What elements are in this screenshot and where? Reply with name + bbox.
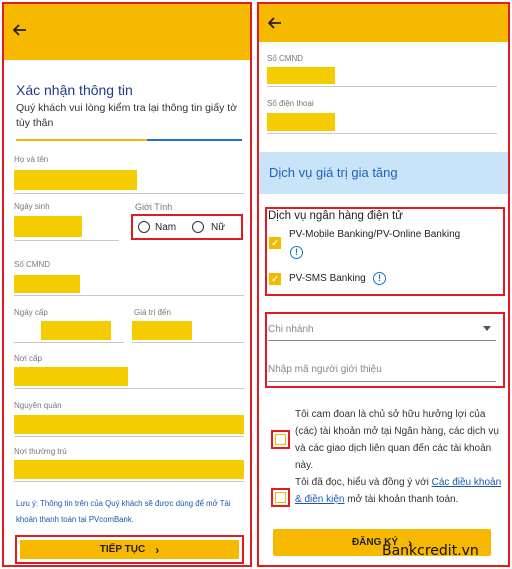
radio-female[interactable] <box>192 221 204 233</box>
dob-value[interactable] <box>14 216 82 237</box>
continue-highlight: TIẾP TỤC › <box>15 535 244 564</box>
residence-value[interactable] <box>14 460 244 479</box>
checkbox-sms-banking[interactable]: ✓ <box>269 273 281 285</box>
terms-checkbox-1[interactable] <box>271 430 290 449</box>
referral-input[interactable]: Nhập mã người giới thiệu <box>268 364 382 375</box>
term1-text: Tôi cam đoan là chủ sở hữu hưởng lợi của… <box>295 409 499 471</box>
dob-label: Ngày sinh <box>14 202 50 211</box>
valid-until-label: Giá trị đến <box>134 308 171 317</box>
id-number-label: Số CMND <box>14 260 51 269</box>
issue-place-label: Nơi cấp <box>14 354 42 363</box>
gender-female-label: Nữ <box>211 222 225 233</box>
vas-title: Dịch vụ giá trị gia tăng <box>269 165 398 180</box>
hometown-label: Nguyên quán <box>14 401 62 410</box>
ebank-title: Dịch vụ ngân hàng điện tử <box>268 210 403 222</box>
back-button[interactable] <box>10 20 30 40</box>
arrow-left-icon <box>13 24 26 36</box>
top-bar <box>259 4 508 42</box>
top-bar <box>4 4 250 60</box>
page-subtitle: Quý khách vui lòng kiểm tra lại thông ti… <box>16 102 238 129</box>
confirm-info-panel: Xác nhận thông tin Quý khách vui lòng ki… <box>2 2 252 567</box>
services-panel: Số CMND Số điện thoại Dịch vụ giá trị gi… <box>257 2 510 567</box>
checkbox-mobile-banking[interactable]: ✓ <box>269 237 281 249</box>
back-button[interactable] <box>265 13 285 33</box>
issue-date-label: Ngày cấp <box>14 308 48 317</box>
branch-select[interactable]: Chi nhánh <box>268 324 314 335</box>
option-mobile-banking-label: PV-Mobile Banking/PV-Online Banking <box>289 229 461 240</box>
id-number-label: Số CMND <box>267 54 304 63</box>
chevron-right-icon: › <box>155 542 160 557</box>
valid-until-value[interactable] <box>132 321 192 340</box>
issue-date-value[interactable] <box>41 321 111 340</box>
notice-text: Lưu ý: Thông tin trên của Quý khách sẽ đ… <box>16 499 231 524</box>
full-name-label: Họ và tên <box>14 155 49 164</box>
arrow-left-icon <box>268 17 281 29</box>
phone-value[interactable] <box>267 113 335 131</box>
residence-label: Nơi thường trú <box>14 447 67 456</box>
issue-place-value[interactable] <box>14 367 128 386</box>
continue-button[interactable]: TIẾP TỤC › <box>20 540 239 559</box>
watermark: Bankcredit.vn <box>382 543 479 559</box>
page-title: Xác nhận thông tin <box>16 82 133 98</box>
continue-label: TIẾP TỤC <box>99 544 146 555</box>
option-sms-banking-label: PV-SMS Banking <box>289 273 366 284</box>
info-icon[interactable]: ! <box>290 246 303 259</box>
id-number-value[interactable] <box>14 275 80 293</box>
id-number-value[interactable] <box>267 67 335 84</box>
full-name-value[interactable] <box>14 170 137 190</box>
chevron-down-icon[interactable] <box>483 326 491 331</box>
info-icon[interactable]: ! <box>373 272 386 285</box>
gender-male-label: Nam <box>155 222 177 233</box>
hometown-value[interactable] <box>14 415 244 434</box>
progress-bar <box>16 139 242 141</box>
phone-label: Số điện thoại <box>267 99 314 108</box>
term2-text: Tôi đã đọc, hiểu và đồng ý với Các điều … <box>295 477 502 505</box>
terms-checkbox-2[interactable] <box>271 488 290 507</box>
gender-label: Giới Tính <box>135 202 173 212</box>
radio-male[interactable] <box>138 221 150 233</box>
